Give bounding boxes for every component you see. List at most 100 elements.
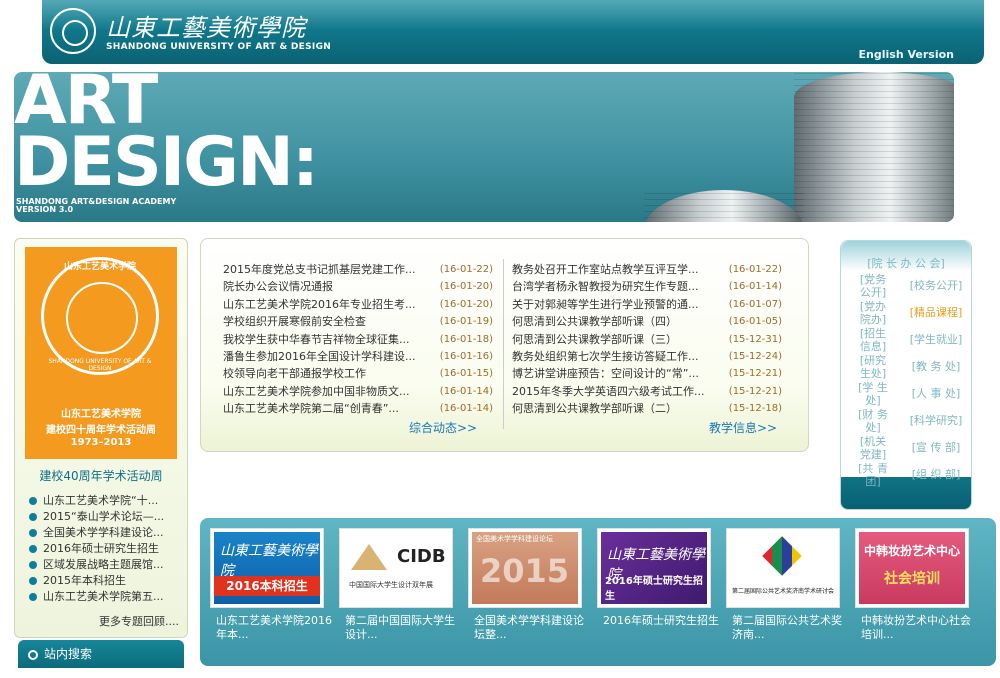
topic-item[interactable]: 2016年硕士研究生招生 xyxy=(29,541,181,557)
english-version-link[interactable]: English Version xyxy=(859,48,954,61)
anniversary-poster[interactable]: 山东工艺美术学院 SHANDONG UNIVERSITY OF ART & DE… xyxy=(25,247,177,459)
teaching-news-list: 教务处召开工作室站点教学互评互学... (16-01-22) 台湾学者杨永智教授为… xyxy=(512,261,792,418)
banner-headline: ART DESIGN: xyxy=(14,72,319,202)
news-item[interactable]: 我校学生获中华春节吉祥物全球征集... (16-01-18) xyxy=(223,331,503,348)
news-item[interactable]: 教务处组织第七次学生接访答疑工作... (15-12-24) xyxy=(512,348,792,365)
bullet-icon xyxy=(29,577,37,585)
link-admissions[interactable]: [招生信息] xyxy=(855,327,891,353)
seal-english: SHANDONG UNIVERSITY OF ART & DESIGN xyxy=(48,358,152,372)
featured-caption[interactable]: 全国美术学学科建设论坛整... xyxy=(474,614,594,642)
cooling-tower-image xyxy=(644,190,804,222)
news-item[interactable]: 关于对郭昶等学生进行学业预警的通... (16-01-07) xyxy=(512,296,792,313)
link-president-office[interactable]: [院 长 办 公 会] xyxy=(849,257,963,270)
link-youth-league[interactable]: [共 青 团] xyxy=(855,462,891,488)
link-employment[interactable]: [学生就业] xyxy=(905,333,967,346)
topic-item[interactable]: 全国美术学学科建设论... xyxy=(29,525,181,541)
news-item[interactable]: 台湾学者杨永智教授为研究生作专题... (16-01-14) xyxy=(512,278,792,295)
featured-caption[interactable]: 2016年硕士研究生招生 xyxy=(603,614,723,628)
seal-emblem-icon xyxy=(66,282,138,354)
makeup-training-image: 中韩妆扮艺术中心 社会培训 xyxy=(859,532,965,604)
special-topics-panel: 山东工艺美术学院 SHANDONG UNIVERSITY OF ART & DE… xyxy=(14,238,188,638)
featured-thumb[interactable]: 山東工藝美術學院 2016年硕士研究生招生 xyxy=(597,528,711,608)
quick-links-panel: [院 长 办 公 会] [党务公开] [校务公开] [党办院办] [精品课程] … xyxy=(840,240,972,510)
link-research[interactable]: [科学研究] xyxy=(905,414,967,427)
anniversary-link[interactable]: 建校40周年学术活动周 xyxy=(15,467,187,484)
news-item[interactable]: 校领导向老干部通报学校工作 (16-01-15) xyxy=(223,365,503,382)
more-teaching-news-link[interactable]: 教学信息>> xyxy=(709,419,777,436)
school-logo-english: SHANDONG UNIVERSITY OF ART & DESIGN xyxy=(106,42,332,52)
topic-item[interactable]: 山东工艺美术学院“十... xyxy=(29,493,181,509)
topic-item[interactable]: 山东工艺美术学院第五... xyxy=(29,589,181,605)
link-organization[interactable]: [组 织 部] xyxy=(905,468,967,481)
featured-caption[interactable]: 中韩妆扮艺术中心社会培训... xyxy=(861,614,981,642)
search-icon xyxy=(28,650,38,660)
award-logo-icon xyxy=(762,536,802,576)
news-item[interactable]: 学校组织开展寒假前安全检查 (16-01-19) xyxy=(223,313,503,330)
news-item[interactable]: 院长办公会议情况通报 (16-01-20) xyxy=(223,278,503,295)
news-item[interactable]: 山东工艺美术学院2016年专业招生考... (16-01-20) xyxy=(223,296,503,313)
link-student-office[interactable]: [学 生 处] xyxy=(855,381,891,407)
news-item[interactable]: 2015年冬季大学英语四六级考试工作... (15-12-21) xyxy=(512,383,792,400)
forum-2015-image: 全国美术学学科建设论坛 2015 xyxy=(472,532,578,604)
poster-years: 1973–2013 xyxy=(70,437,132,448)
banner-subtitle: SHANDONG ART&DESIGN ACADEMY VERSION 3.0 xyxy=(16,198,176,214)
poster-school-name: 山东工艺美术学院 xyxy=(61,409,141,420)
site-header: 山東工藝美術學院 SHANDONG UNIVERSITY OF ART & DE… xyxy=(42,0,984,64)
featured-caption[interactable]: 第二届中国国际大学生设计... xyxy=(345,614,465,642)
hero-banner: ART DESIGN: SHANDONG ART&DESIGN ACADEMY … xyxy=(14,72,954,222)
more-general-news-link[interactable]: 综合动态>> xyxy=(409,419,477,436)
news-item[interactable]: 何思清到公共课教学部听课（四） (16-01-05) xyxy=(512,313,792,330)
banner-version: VERSION 3.0 xyxy=(16,205,74,214)
seal-text: 山东工艺美术学院 xyxy=(63,262,136,272)
bullet-icon xyxy=(29,593,37,601)
link-finance[interactable]: [财 务 处] xyxy=(855,408,891,434)
masters-admission-image: 山東工藝美術學院 2016年硕士研究生招生 xyxy=(601,532,707,604)
banner-line-design: DESIGN: xyxy=(14,123,319,202)
link-academic-affairs[interactable]: [教 务 处] xyxy=(905,360,967,373)
link-party-affairs[interactable]: [党务公开] xyxy=(855,273,891,299)
news-item[interactable]: 博艺讲堂讲座预告：空间设计的“常”... (15-12-21) xyxy=(512,365,792,382)
column-divider xyxy=(503,259,504,429)
university-seal-icon: 山东工艺美术学院 SHANDONG UNIVERSITY OF ART & DE… xyxy=(41,257,159,375)
bullet-icon xyxy=(29,497,37,505)
featured-thumb[interactable]: CIDB 中国国际大学生设计双年展 xyxy=(339,528,453,608)
bullet-icon xyxy=(29,513,37,521)
link-party-building[interactable]: [机关党建] xyxy=(855,435,891,461)
news-item[interactable]: 何思清到公共课教学部听课（三） (15-12-31) xyxy=(512,331,792,348)
link-party-office[interactable]: [党办院办] xyxy=(855,300,891,326)
general-news-list: 2015年度党总支书记抓基层党建工作... (16-01-22) 院长办公会议情况… xyxy=(223,261,503,418)
featured-thumb[interactable]: 第二届国际公共艺术奖济南学术研讨会 xyxy=(726,528,840,608)
featured-caption[interactable]: 第二届国际公共艺术奖济南... xyxy=(732,614,852,642)
news-item[interactable]: 潘鲁生参加2016年全国设计学科建设... (16-01-16) xyxy=(223,348,503,365)
school-logo-chinese[interactable]: 山東工藝美術學院 xyxy=(106,8,306,43)
more-topics-link[interactable]: 更多专题回顾.... xyxy=(99,613,179,629)
news-item[interactable]: 山东工艺美术学院参加中国非物质文... (16-01-14) xyxy=(223,383,503,400)
news-item[interactable]: 2015年度党总支书记抓基层党建工作... (16-01-22) xyxy=(223,261,503,278)
site-search-header[interactable]: 站内搜索 xyxy=(18,640,184,668)
link-publicity[interactable]: [宣 传 部] xyxy=(905,441,967,454)
news-item[interactable]: 何思清到公共课教学部听课（二） (15-12-18) xyxy=(512,400,792,417)
featured-caption[interactable]: 山东工艺美术学院2016年本... xyxy=(216,614,336,642)
featured-strip: 山東工藝美術學院 2016本科招生 山东工艺美术学院2016年本... CIDB… xyxy=(200,518,996,666)
bullet-icon xyxy=(29,529,37,537)
bullet-icon xyxy=(29,561,37,569)
news-item[interactable]: 教务处召开工作室站点教学互评互学... (16-01-22) xyxy=(512,261,792,278)
featured-thumb[interactable]: 山東工藝美術學院 2016本科招生 xyxy=(210,528,324,608)
school-seal-icon[interactable] xyxy=(50,8,96,54)
cidb-logo-icon xyxy=(351,544,387,570)
topic-list: 山东工艺美术学院“十... 2015“泰山学术论坛—... 全国美术学学科建设论… xyxy=(29,493,181,605)
link-personnel[interactable]: [人 事 处] xyxy=(905,387,967,400)
link-quality-courses[interactable]: [精品课程] xyxy=(905,306,967,319)
cooling-tower-image xyxy=(794,72,954,222)
link-school-affairs[interactable]: [校务公开] xyxy=(905,279,967,292)
poster-event-name: 建校四十周年学术活动周 xyxy=(46,425,156,436)
topic-item[interactable]: 2015“泰山学术论坛—... xyxy=(29,509,181,525)
public-art-award-image: 第二届国际公共艺术奖济南学术研讨会 xyxy=(730,532,836,604)
topic-item[interactable]: 2015年本科招生 xyxy=(29,573,181,589)
featured-thumb[interactable]: 中韩妆扮艺术中心 社会培训 xyxy=(855,528,969,608)
featured-thumb[interactable]: 全国美术学学科建设论坛 2015 xyxy=(468,528,582,608)
news-item[interactable]: 山东工艺美术学院第二届“创青春”... (16-01-14) xyxy=(223,400,503,417)
news-panel: 2015年度党总支书记抓基层党建工作... (16-01-22) 院长办公会议情况… xyxy=(200,238,809,452)
link-graduate-office[interactable]: [研究生处] xyxy=(855,354,891,380)
topic-item[interactable]: 区域发展战略主题展馆... xyxy=(29,557,181,573)
